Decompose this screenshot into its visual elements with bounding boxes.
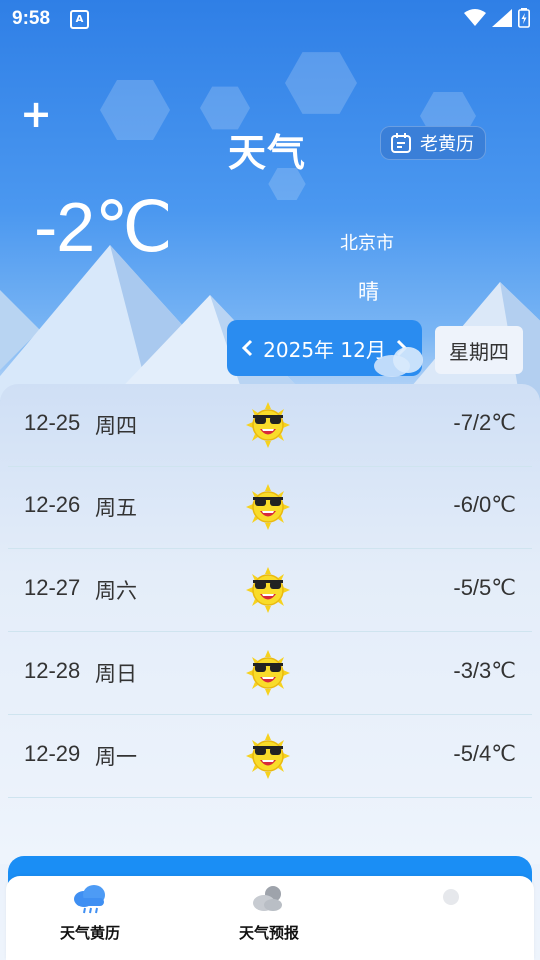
almanac-button[interactable]: 老黄历 <box>380 126 486 160</box>
forecast-temp-range: -6/0℃ <box>453 492 516 517</box>
forecast-date: 12-25 <box>24 410 81 435</box>
hexagon-decoration <box>285 52 357 114</box>
sunny-sunglasses-icon <box>246 484 290 534</box>
hexagon-decoration <box>100 80 170 140</box>
forecast-row[interactable]: 12-25 周四 -7/2℃ <box>8 384 532 467</box>
almanac-label: 老黄历 <box>420 134 474 155</box>
nav-placeholder-dot[interactable] <box>443 889 459 905</box>
page-title: 天气 <box>228 131 307 175</box>
forecast-row[interactable]: 12-26 周五 -6/0℃ <box>8 466 532 549</box>
rain-cloud-icon <box>74 885 105 914</box>
nav-label-almanac: 天气黄历 <box>59 924 120 942</box>
nav-item-almanac[interactable]: 天气黄历 <box>35 884 145 943</box>
nav-label-forecast: 天气预报 <box>238 924 299 942</box>
notification-a-icon: A <box>70 10 89 29</box>
forecast-row[interactable]: 12-29 周一 -5/4℃ <box>8 715 532 798</box>
forecast-panel: 12-25 周四 -7/2℃ 12-26 周五 -6/0℃ 12-27 周六 -… <box>0 384 540 864</box>
add-city-button[interactable]: + <box>18 95 54 133</box>
sunny-sunglasses-icon <box>246 733 290 783</box>
weather-screen: 9:58 A + 天气 老黄历 -2℃ 北京市 晴 2025年 12月 星期四 … <box>0 0 540 960</box>
battery-icon <box>518 8 530 28</box>
calendar-icon <box>391 133 411 153</box>
forecast-row[interactable]: 12-27 周六 -5/5℃ <box>8 549 532 632</box>
city-name[interactable]: 北京市 <box>340 229 394 255</box>
signal-icon <box>492 9 512 27</box>
forecast-weekday: 周六 <box>95 579 137 603</box>
wifi-icon <box>464 9 486 26</box>
forecast-temp-range: -5/5℃ <box>453 575 516 600</box>
weather-condition: 晴 <box>358 280 379 304</box>
sunny-sunglasses-icon <box>246 402 290 452</box>
nav-item-forecast[interactable]: 天气预报 <box>214 884 324 943</box>
bottom-nav: 天气黄历 天气预报 <box>6 876 534 960</box>
prev-month-button[interactable] <box>239 338 255 358</box>
forecast-weekday: 周五 <box>95 496 137 520</box>
sunny-sunglasses-icon <box>246 650 290 700</box>
cloud-icon <box>374 347 423 377</box>
forecast-date: 12-29 <box>24 741 81 766</box>
forecast-weekday: 周日 <box>95 662 137 686</box>
sunny-sunglasses-icon <box>246 567 290 617</box>
current-temperature: -2℃ <box>34 188 173 266</box>
chevron-left-icon <box>241 339 253 357</box>
forecast-temp-range: -7/2℃ <box>453 410 516 435</box>
status-bar: 9:58 A <box>0 0 540 36</box>
forecast-date: 12-27 <box>24 575 81 600</box>
forecast-row[interactable]: 12-28 周日 -3/3℃ <box>8 632 532 715</box>
sun-cloud-icon <box>253 886 282 911</box>
forecast-date: 12-26 <box>24 492 81 517</box>
forecast-weekday: 周四 <box>95 414 137 438</box>
system-icons <box>464 7 530 29</box>
forecast-temp-range: -5/4℃ <box>453 741 516 766</box>
forecast-date: 12-28 <box>24 658 81 683</box>
month-label: 2025年 12月 <box>263 337 386 362</box>
forecast-weekday: 周一 <box>95 745 137 769</box>
forecast-temp-range: -3/3℃ <box>453 658 516 683</box>
status-time: 9:58 <box>12 8 51 29</box>
weekday-label: 星期四 <box>435 326 523 374</box>
